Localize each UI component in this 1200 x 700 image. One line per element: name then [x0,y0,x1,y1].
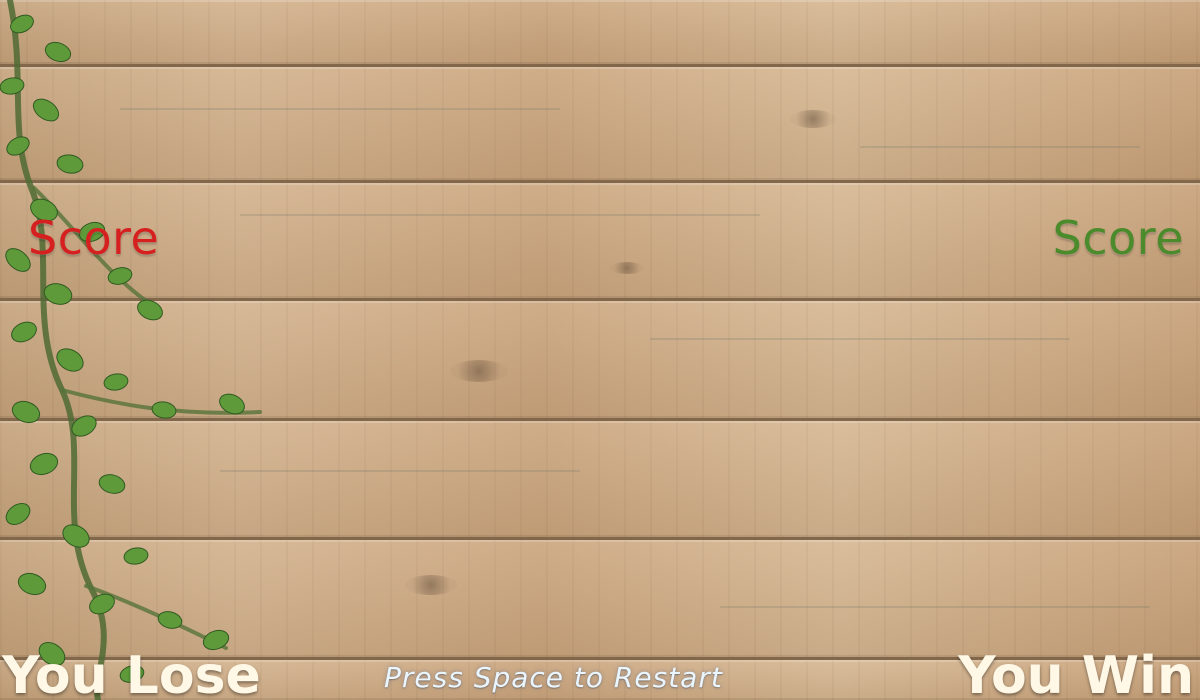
win-message: You Win [958,646,1194,700]
restart-prompt: Press Space to Restart [384,661,723,694]
wood-grain [120,108,560,110]
player-score-label: Score [28,211,160,265]
wood-knot [450,360,508,382]
game-screen: Score Score You Lose Press Space to Rest… [0,0,1200,700]
wood-plank [0,0,1200,64]
wood-knot [405,575,457,595]
wood-grain [860,146,1140,148]
wood-grain [720,606,1150,608]
wood-grain [650,338,1070,340]
wood-knot [610,262,644,274]
wood-grain [240,214,760,216]
wood-plank [0,301,1200,418]
wood-plank [0,540,1200,657]
wood-knot [790,110,836,128]
opponent-score-label: Score [1052,211,1184,265]
wood-plank [0,67,1200,180]
wood-plank [0,421,1200,537]
wood-plank [0,183,1200,298]
lose-message: You Lose [2,646,261,700]
wood-grain [220,470,580,472]
